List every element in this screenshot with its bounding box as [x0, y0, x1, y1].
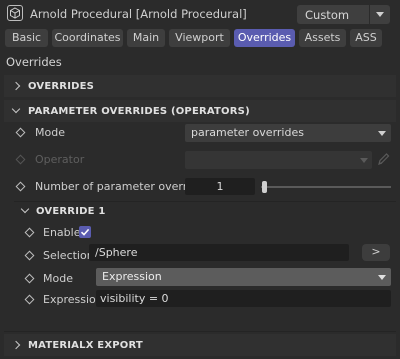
divider [14, 201, 396, 202]
count-slider-knob[interactable] [262, 181, 267, 193]
pencil-icon [376, 151, 390, 170]
keyframe-diamond-icon[interactable] [24, 294, 35, 305]
object-title: Arnold Procedural [Arnold Procedural] [30, 7, 247, 21]
operator-dropdown [185, 151, 372, 169]
chevron-down-icon [360, 158, 368, 163]
tab-overrides[interactable]: Overrides [234, 29, 295, 47]
keyframe-diamond-icon [15, 154, 26, 165]
mode-value: parameter overrides [191, 126, 304, 139]
expression-field[interactable]: visibility = 0 [96, 290, 391, 307]
section-overrides-title[interactable]: OVERRIDES [28, 81, 94, 92]
chevron-down-icon[interactable] [20, 204, 30, 214]
section-parameter-overrides-title[interactable]: PARAMETER OVERRIDES (OPERATORS) [28, 106, 250, 117]
tab-assets[interactable]: Assets [299, 29, 346, 47]
enable-checkbox[interactable] [79, 226, 91, 238]
selection-button-label: > [371, 245, 381, 258]
checkmark-icon [80, 228, 90, 236]
keyframe-diamond-icon[interactable] [24, 250, 35, 261]
expression-value: visibility = 0 [100, 292, 169, 305]
selection-button[interactable]: > [362, 244, 390, 261]
count-slider-track[interactable] [261, 186, 391, 188]
selection-field[interactable]: /Sphere [89, 244, 349, 261]
cube-icon [7, 5, 23, 21]
chevron-down-icon[interactable] [376, 12, 384, 17]
divider [4, 331, 396, 332]
preset-dropdown[interactable]: Custom [297, 5, 390, 24]
keyframe-diamond-icon[interactable] [24, 273, 35, 284]
count-value: 1 [216, 180, 224, 193]
section-override-1-title[interactable]: OVERRIDE 1 [36, 206, 106, 217]
tab-main[interactable]: Main [127, 29, 165, 47]
preset-separator [369, 5, 370, 24]
tab-viewport[interactable]: Viewport [169, 29, 230, 47]
mode-dropdown[interactable]: parameter overrides [185, 124, 391, 142]
selection-value: /Sphere [95, 246, 138, 259]
override-mode-label: Mode [43, 272, 73, 285]
selection-label: Selection [43, 249, 94, 262]
keyframe-diamond-icon[interactable] [24, 227, 35, 238]
override-mode-value: Expression [102, 270, 162, 283]
chevron-down-icon [378, 131, 386, 136]
tab-basic[interactable]: Basic [5, 29, 48, 47]
enable-label: Enable [43, 226, 81, 239]
tab-coordinates[interactable]: Coordinates [52, 29, 123, 47]
keyframe-diamond-icon[interactable] [15, 181, 26, 192]
preset-value: Custom [305, 8, 350, 22]
operator-label: Operator [35, 153, 85, 166]
count-field[interactable]: 1 [185, 178, 255, 195]
section-materialx-export-title[interactable]: MATERIALX EXPORT [28, 340, 143, 351]
page-title: Overrides [6, 55, 62, 69]
expression-label: Expression [43, 293, 103, 306]
tab-ass[interactable]: ASS [350, 29, 382, 47]
count-label: Number of parameter overrides [35, 180, 210, 193]
keyframe-diamond-icon[interactable] [15, 127, 26, 138]
override-mode-dropdown[interactable]: Expression [96, 268, 391, 286]
mode-label: Mode [35, 126, 65, 139]
chevron-down-icon [378, 275, 386, 280]
